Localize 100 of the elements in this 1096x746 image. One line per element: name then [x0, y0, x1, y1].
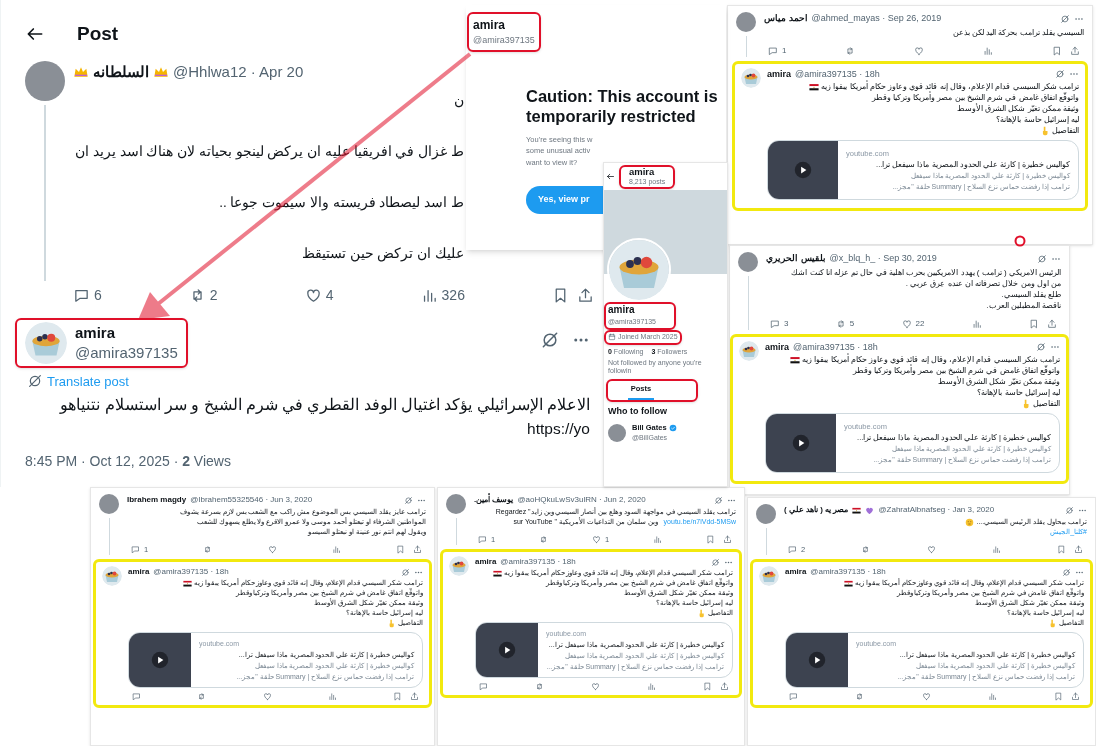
video-thumbnail[interactable]: [766, 414, 836, 472]
repost-icon[interactable]: [845, 45, 856, 56]
bookmark-icon[interactable]: [1051, 45, 1062, 56]
share-icon[interactable]: [722, 535, 732, 545]
dessert-avatar[interactable]: [449, 556, 469, 577]
bookmark-icon[interactable]: [393, 692, 402, 702]
heart-icon[interactable]: [267, 545, 277, 555]
dessert-avatar[interactable]: [25, 321, 67, 364]
reply-card[interactable]: [732, 60, 1088, 211]
heart-icon[interactable]: [304, 286, 322, 304]
repost-icon[interactable]: [203, 545, 213, 555]
author-name[interactable]: السلطانه: [93, 60, 149, 83]
video-thumbnail[interactable]: [786, 633, 848, 688]
share-icon[interactable]: [577, 286, 594, 304]
repost-icon[interactable]: [861, 545, 871, 555]
dessert-avatar[interactable]: [102, 566, 122, 587]
translate-icon[interactable]: [1055, 69, 1065, 80]
play-icon[interactable]: [792, 434, 810, 452]
views-icon[interactable]: [991, 545, 1001, 555]
translate-icon[interactable]: [401, 567, 410, 577]
reply-icon[interactable]: [131, 545, 140, 555]
translate-icon[interactable]: [1036, 342, 1046, 353]
author-name[interactable]: amira: [767, 67, 792, 81]
reply-card[interactable]: [750, 559, 1093, 709]
reply-icon[interactable]: [132, 692, 141, 702]
play-icon[interactable]: [794, 161, 812, 179]
translate-icon[interactable]: [711, 557, 720, 567]
play-icon[interactable]: [151, 651, 169, 670]
reply-icon[interactable]: [768, 45, 778, 56]
author-name[interactable]: amira: [765, 340, 790, 354]
repost-icon[interactable]: [535, 682, 544, 692]
reply-card[interactable]: [440, 549, 742, 699]
avatar[interactable]: [738, 252, 758, 272]
share-icon[interactable]: [1071, 692, 1080, 702]
bookmark-icon[interactable]: [703, 682, 712, 692]
repost-icon[interactable]: [539, 535, 549, 545]
repost-icon[interactable]: [197, 692, 207, 702]
heart-icon[interactable]: [591, 682, 600, 692]
avatar[interactable]: [736, 12, 756, 32]
avatar[interactable]: [99, 494, 119, 514]
avatar[interactable]: [756, 504, 776, 524]
views-icon[interactable]: [327, 692, 337, 702]
translate-icon[interactable]: [1060, 13, 1070, 24]
author-name[interactable]: amira: [128, 566, 150, 579]
translate-icon[interactable]: [1062, 567, 1071, 577]
repost-icon[interactable]: [835, 318, 846, 329]
video-thumbnail[interactable]: [129, 633, 191, 688]
views-icon[interactable]: [331, 545, 341, 555]
bookmark-icon[interactable]: [1054, 692, 1063, 702]
translate-icon[interactable]: [1037, 253, 1047, 264]
bookmark-icon[interactable]: [1029, 318, 1039, 329]
translate-icon[interactable]: [27, 373, 43, 390]
reply-icon[interactable]: [478, 535, 487, 545]
views-icon[interactable]: [653, 535, 663, 545]
share-icon[interactable]: [413, 545, 422, 555]
bookmark-icon[interactable]: [1057, 545, 1066, 555]
dessert-avatar[interactable]: [739, 340, 759, 361]
heart-icon[interactable]: [921, 692, 931, 702]
share-icon[interactable]: [1074, 545, 1083, 555]
author-name[interactable]: amira: [785, 566, 807, 579]
share-icon[interactable]: [410, 692, 419, 702]
dessert-avatar[interactable]: [759, 566, 779, 587]
author-name[interactable]: amira: [75, 322, 178, 343]
share-icon[interactable]: [720, 682, 729, 692]
author-name[interactable]: بلقيس الحريري: [766, 252, 826, 266]
reply-icon[interactable]: [789, 692, 798, 702]
author-name[interactable]: يوسف أمين.: [474, 494, 514, 506]
reply-icon[interactable]: [479, 682, 488, 692]
video-thumbnail[interactable]: [768, 141, 838, 199]
repost-icon[interactable]: [855, 692, 865, 702]
heart-icon[interactable]: [926, 545, 936, 555]
translate-icon[interactable]: [1065, 505, 1074, 515]
reply-icon[interactable]: [770, 318, 780, 329]
author-name[interactable]: Ibrahem magdy: [127, 494, 187, 506]
author-name[interactable]: amira: [475, 556, 497, 569]
bookmark-icon[interactable]: [705, 535, 715, 545]
reply-icon[interactable]: [788, 545, 797, 555]
video-thumbnail[interactable]: [476, 623, 538, 678]
author-name[interactable]: مصر يه ( ناهد علي ): [784, 504, 849, 516]
avatar[interactable]: [608, 423, 626, 442]
views-icon[interactable]: [647, 682, 656, 692]
avatar[interactable]: [446, 494, 466, 514]
translate-icon[interactable]: [714, 495, 723, 505]
author-name[interactable]: احمد مياس: [764, 12, 808, 26]
play-icon[interactable]: [498, 641, 516, 660]
heart-icon[interactable]: [262, 692, 272, 702]
reply-card[interactable]: [93, 559, 432, 709]
bookmark-icon[interactable]: [396, 545, 405, 555]
share-icon[interactable]: [1069, 45, 1080, 56]
heart-icon[interactable]: [901, 318, 912, 329]
views-icon[interactable]: [987, 692, 997, 702]
dessert-avatar[interactable]: [741, 67, 761, 88]
avatar[interactable]: [25, 60, 65, 101]
play-icon[interactable]: [808, 651, 826, 670]
heart-icon[interactable]: [914, 45, 925, 56]
dessert-avatar[interactable]: [609, 240, 669, 300]
translate-icon[interactable]: [404, 495, 413, 505]
share-icon[interactable]: [1047, 318, 1057, 329]
back-icon[interactable]: [606, 172, 615, 181]
heart-icon[interactable]: [592, 535, 601, 545]
